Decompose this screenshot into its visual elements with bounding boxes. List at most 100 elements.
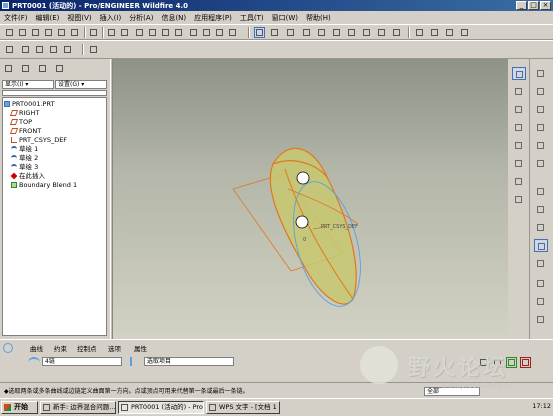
taskbar-item[interactable]: WPS 文字 - [文档 1 *] bbox=[206, 401, 280, 414]
zoom-out-icon[interactable] bbox=[316, 27, 327, 38]
tree-item[interactable]: FRONT bbox=[9, 127, 41, 136]
style-tool-icon[interactable] bbox=[534, 257, 548, 270]
menu-tools[interactable]: 工具(T) bbox=[236, 11, 268, 23]
menu-edit[interactable]: 编辑(E) bbox=[32, 11, 64, 23]
rib-tool-icon[interactable] bbox=[534, 103, 548, 116]
trim-tool-icon[interactable] bbox=[534, 313, 548, 326]
refit-icon[interactable] bbox=[331, 27, 342, 38]
hole-tool-icon[interactable] bbox=[534, 67, 548, 80]
taskbar-item-active[interactable]: PRT0001 (活动的) - Pro/... bbox=[118, 401, 204, 414]
tree-item[interactable]: 草绘 3 bbox=[11, 163, 38, 172]
datum-point-tool-icon[interactable] bbox=[512, 139, 526, 152]
extrude-tool-icon[interactable] bbox=[534, 185, 548, 198]
undo-icon[interactable] bbox=[106, 27, 117, 38]
wireframe-icon[interactable] bbox=[414, 27, 425, 38]
menu-info[interactable]: 信息(N) bbox=[157, 11, 190, 23]
menu-window[interactable]: 窗口(W) bbox=[268, 11, 302, 23]
regenerate-icon[interactable] bbox=[188, 27, 199, 38]
display-dropdown[interactable]: 显示(I) ▾ bbox=[2, 80, 54, 89]
shell-tool-icon[interactable] bbox=[534, 85, 548, 98]
tab-curves[interactable]: 曲线 bbox=[30, 343, 43, 353]
close-button[interactable]: × bbox=[540, 1, 551, 10]
tab-options[interactable]: 选项 bbox=[108, 343, 121, 353]
first-direction-field[interactable]: 4链 bbox=[42, 357, 122, 366]
layers-icon[interactable] bbox=[376, 27, 387, 38]
tab-control-points[interactable]: 控制点 bbox=[77, 343, 97, 353]
annotation-display-icon[interactable] bbox=[62, 44, 73, 55]
paste-special-icon[interactable] bbox=[173, 27, 184, 38]
merge-tool-icon[interactable] bbox=[534, 295, 548, 308]
tab-properties[interactable]: 属性 bbox=[134, 343, 147, 353]
regen-manager-icon[interactable] bbox=[201, 27, 212, 38]
point-display-icon[interactable] bbox=[34, 44, 45, 55]
email-link-icon[interactable] bbox=[69, 27, 80, 38]
copy-icon[interactable] bbox=[147, 27, 158, 38]
tree-item[interactable]: 草绘 1 bbox=[11, 145, 38, 154]
csys-display-icon[interactable] bbox=[48, 44, 59, 55]
revolve-tool-icon[interactable] bbox=[534, 203, 548, 216]
taskbar-item[interactable]: 新手: 边界混合问题... bbox=[40, 401, 116, 414]
maximize-button[interactable]: □ bbox=[528, 1, 539, 10]
csys-tool-icon[interactable] bbox=[512, 157, 526, 170]
connections-tab-icon[interactable] bbox=[54, 63, 65, 74]
shading-icon[interactable] bbox=[459, 27, 470, 38]
axis-display-icon[interactable] bbox=[20, 44, 31, 55]
command-search-icon[interactable] bbox=[88, 27, 99, 38]
sketched-curve-icon[interactable] bbox=[512, 193, 526, 206]
boundary-blend-tool-icon[interactable] bbox=[534, 239, 548, 252]
no-hidden-icon[interactable] bbox=[444, 27, 455, 38]
paste-icon[interactable] bbox=[160, 27, 171, 38]
tree-item[interactable]: Boundary Blend 1 bbox=[11, 181, 77, 190]
repaint-icon[interactable] bbox=[254, 27, 265, 38]
draft-tool-icon[interactable] bbox=[534, 121, 548, 134]
analysis-tool-icon[interactable] bbox=[512, 175, 526, 188]
zoom-in-icon[interactable] bbox=[301, 27, 312, 38]
menu-insert[interactable]: 插入(I) bbox=[96, 11, 126, 23]
orient-mode-icon[interactable] bbox=[285, 27, 296, 38]
datum-axis-tool-icon[interactable] bbox=[512, 103, 526, 116]
tab-constraints[interactable]: 约束 bbox=[54, 343, 67, 353]
tree-item[interactable]: PRT0001.PRT bbox=[4, 100, 54, 109]
menu-view[interactable]: 视图(V) bbox=[63, 11, 95, 23]
plane-display-icon[interactable] bbox=[4, 44, 15, 55]
saved-views-icon[interactable] bbox=[361, 27, 372, 38]
cut-icon[interactable] bbox=[134, 27, 145, 38]
spin-center-icon[interactable] bbox=[269, 27, 280, 38]
second-direction-field[interactable]: 选取项目 bbox=[144, 357, 234, 366]
datum-curve-tool-icon[interactable] bbox=[512, 121, 526, 134]
model-tree-tab-icon[interactable] bbox=[3, 63, 14, 74]
reorient-icon[interactable] bbox=[346, 27, 357, 38]
start-button[interactable]: 开始 bbox=[1, 401, 38, 414]
graphics-window[interactable]: PRT_CSYS_DEF 0 bbox=[113, 59, 508, 339]
find-icon[interactable] bbox=[214, 27, 225, 38]
menu-help[interactable]: 帮助(H) bbox=[302, 11, 335, 23]
folder-browser-tab-icon[interactable] bbox=[20, 63, 31, 74]
menu-applications[interactable]: 应用程序(P) bbox=[190, 11, 236, 23]
menu-analysis[interactable]: 分析(A) bbox=[125, 11, 157, 23]
menu-file[interactable]: 文件(F) bbox=[0, 11, 32, 23]
view-manager-icon[interactable] bbox=[391, 27, 402, 38]
minimize-button[interactable]: _ bbox=[516, 1, 527, 10]
sketch-tool-icon[interactable] bbox=[512, 67, 526, 80]
chamfer-tool-icon[interactable] bbox=[534, 157, 548, 170]
favorites-tab-icon[interactable] bbox=[37, 63, 48, 74]
email-icon[interactable] bbox=[56, 27, 67, 38]
select-box-icon[interactable] bbox=[227, 27, 238, 38]
tree-item[interactable]: RIGHT bbox=[9, 109, 39, 118]
tree-item[interactable]: 草绘 2 bbox=[11, 154, 38, 163]
print-icon[interactable] bbox=[43, 27, 54, 38]
open-icon[interactable] bbox=[17, 27, 28, 38]
settings-dropdown[interactable]: 设置(G) ▾ bbox=[55, 80, 107, 89]
datum-plane-tool-icon[interactable] bbox=[512, 85, 526, 98]
save-icon[interactable] bbox=[30, 27, 41, 38]
tree-item[interactable]: PRT_CSYS_DEF bbox=[11, 136, 67, 145]
hidden-line-icon[interactable] bbox=[429, 27, 440, 38]
new-icon[interactable] bbox=[4, 27, 15, 38]
context-help-icon[interactable] bbox=[88, 44, 99, 55]
mirror-tool-icon[interactable] bbox=[534, 277, 548, 290]
round-tool-icon[interactable] bbox=[534, 139, 548, 152]
redo-icon[interactable] bbox=[119, 27, 130, 38]
tree-item[interactable]: TOP bbox=[9, 118, 32, 127]
tree-item[interactable]: 在此插入 bbox=[10, 172, 45, 181]
variable-sweep-icon[interactable] bbox=[534, 221, 548, 234]
